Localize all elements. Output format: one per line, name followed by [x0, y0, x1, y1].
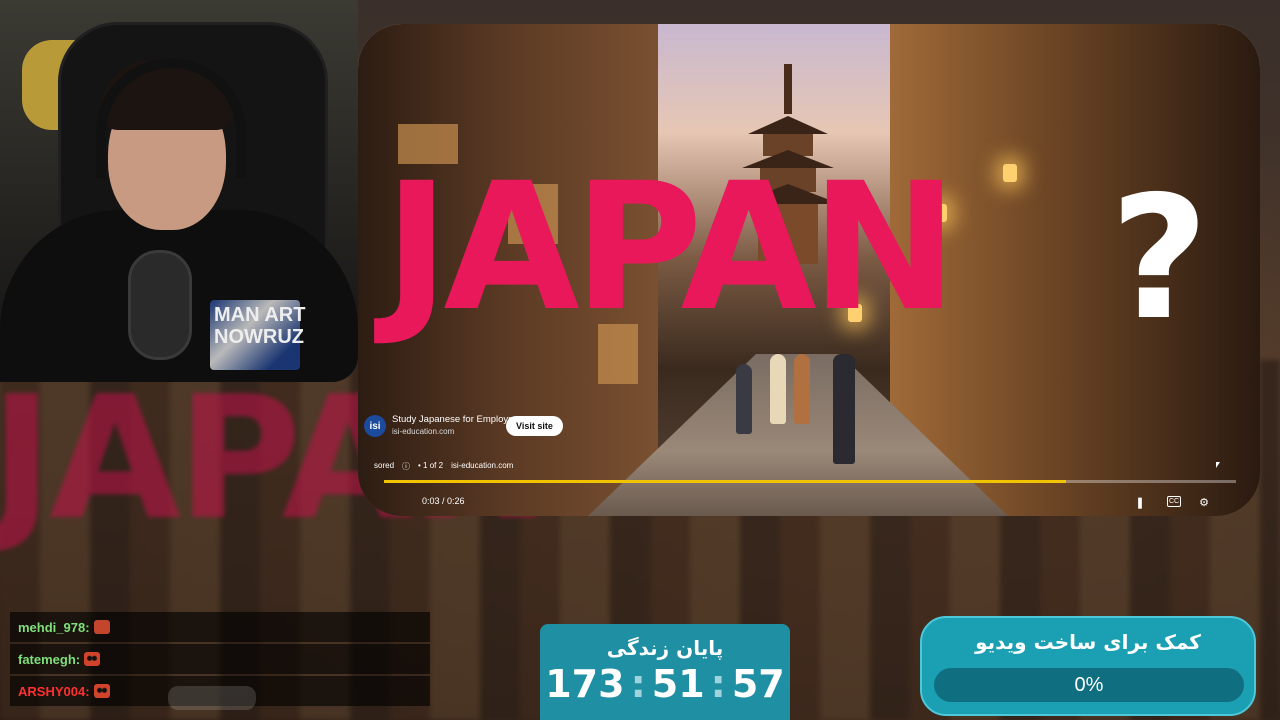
webcam-feed: MAN ART NOWRUZ: [0, 0, 358, 382]
pedestrian: [736, 364, 752, 434]
chat-message: fatemegh:: [10, 644, 430, 674]
goal-percent: 0%: [1074, 674, 1104, 696]
mouse-cursor-icon: [1216, 462, 1220, 468]
emote-icon: [93, 620, 110, 634]
chat-message: mehdi_978:: [10, 612, 430, 642]
microphone: [128, 250, 192, 360]
lantern: [1003, 164, 1017, 182]
gear-icon[interactable]: ⚙: [1196, 494, 1212, 510]
video-time-display: 0:03 / 0:26: [422, 496, 465, 506]
chat-username[interactable]: ARSHY004:: [18, 684, 90, 699]
video-title-overlay: JAPAN: [384, 145, 958, 350]
donation-goal-widget: کمک برای ساخت ویدیو 0%: [920, 616, 1256, 716]
pedestrian: [770, 354, 786, 424]
countdown-seconds: 57: [731, 662, 785, 706]
goal-progress-bar: 0%: [934, 668, 1244, 702]
sponsored-label: sored: [374, 461, 395, 470]
emote-icon: [84, 652, 101, 666]
video-progress-bar[interactable]: [384, 480, 1236, 483]
countdown-hours: 173: [545, 662, 625, 706]
countdown-minutes: 51: [651, 662, 705, 706]
emote-icon: [93, 684, 110, 698]
chat-input-field[interactable]: [168, 686, 256, 710]
goal-label: کمک برای ساخت ویدیو: [975, 630, 1201, 654]
chat-username[interactable]: mehdi_978:: [18, 620, 90, 635]
sponsored-line: sored ⓘ • 1 of 2 isi-education.com: [374, 461, 513, 472]
advertiser-logo[interactable]: isi: [364, 415, 386, 437]
countdown-label: پایان زندگی: [606, 636, 724, 660]
cc-icon[interactable]: CC: [1167, 496, 1181, 507]
countdown-timer: پایان زندگی 173 : 51 : 57: [540, 624, 790, 720]
video-progress-fill: [384, 480, 1066, 483]
video-title-question-mark: ?: [1110, 160, 1209, 358]
sponsored-domain[interactable]: isi-education.com: [451, 461, 513, 472]
pedestrian: [794, 354, 810, 424]
visit-site-button[interactable]: Visit site: [506, 416, 563, 436]
pause-icon[interactable]: ❚: [1132, 494, 1148, 510]
chat-username[interactable]: fatemegh:: [18, 652, 80, 667]
ad-count: • 1 of 2: [418, 461, 444, 470]
info-icon[interactable]: ⓘ: [402, 461, 410, 472]
stream-overlay: JAPAN MAN ART NOWRUZ JAPAN ? isi Study J…: [0, 0, 1280, 720]
shirt-print-text: MAN ART NOWRUZ: [214, 304, 306, 348]
countdown-time: 173 : 51 : 57: [545, 662, 785, 706]
video-player[interactable]: JAPAN ? isi Study Japanese for Employmen…: [358, 24, 1260, 516]
pedestrian: [833, 354, 855, 464]
